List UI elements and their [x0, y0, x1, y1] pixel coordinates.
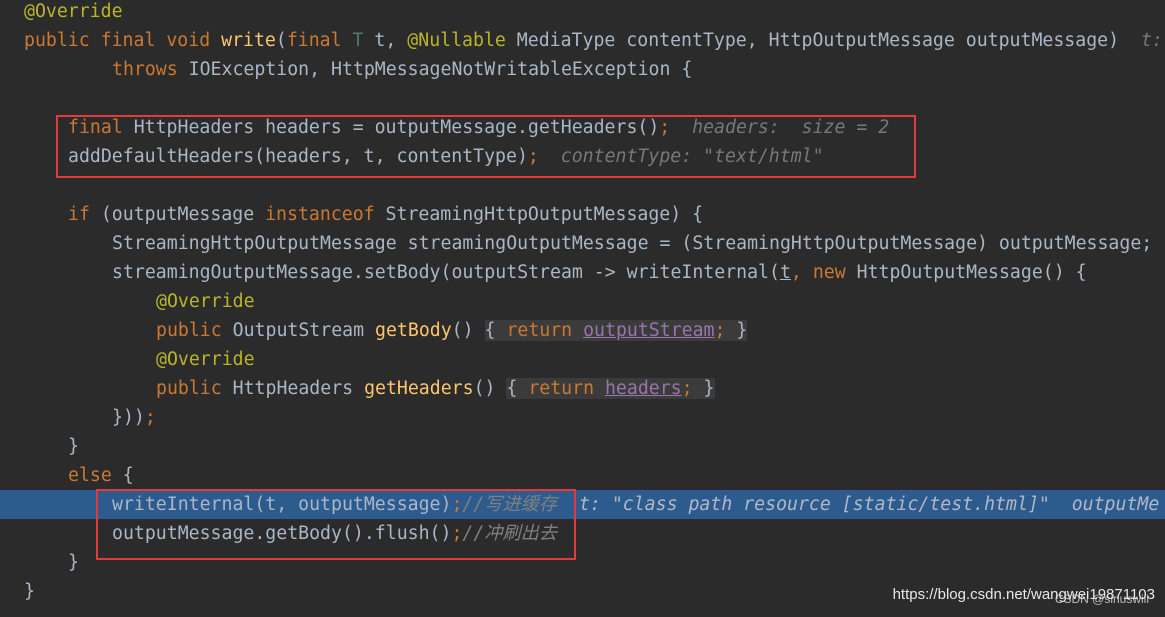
code-line-8: if (outputMessage instanceof StreamingHt… [68, 204, 704, 225]
code-line-19: outputMessage.getBody().flush();//冲刷出去 [112, 523, 558, 544]
code-line-5: final HttpHeaders headers = outputMessag… [68, 117, 890, 138]
method-name: write [221, 30, 276, 51]
code-line-10: streamingOutputMessage.setBody(outputStr… [112, 262, 1087, 283]
code-line-17: else { [68, 465, 134, 486]
code-line-15: })); [112, 407, 156, 428]
code-line-9: StreamingHttpOutputMessage streamingOutp… [112, 233, 1153, 254]
override-annotation: @Override [24, 1, 123, 22]
code-line-1: @Override [0, 0, 1165, 26]
debug-inline-hint: contentType: "text/html" [560, 146, 824, 167]
folded-block[interactable]: { return outputStream; } [484, 320, 748, 341]
debug-inline-hint: t: "class path resource [static/test.htm… [578, 494, 1160, 515]
code-line-16: } [68, 436, 79, 457]
chinese-comment: //冲刷出去 [462, 523, 558, 544]
code-line-11: @Override [156, 291, 255, 312]
code-line-13: @Override [156, 349, 255, 370]
debug-inline-hint: t: [1140, 30, 1163, 51]
code-line-20: } [68, 552, 79, 573]
code-line-14: public HttpHeaders getHeaders() { return… [156, 378, 715, 399]
chinese-comment: //写进缓存 [462, 494, 558, 515]
code-line-18-execution-point: writeInternal(t, outputMessage);//写进缓存 t… [0, 490, 1165, 519]
code-line-12: public OutputStream getBody() { return o… [156, 320, 748, 341]
code-line-2: public final void write(final T t, @Null… [24, 30, 1163, 51]
debug-inline-hint: headers: size = 2 [692, 117, 890, 138]
code-editor[interactable]: @Override public final void write(final … [0, 0, 1165, 617]
folded-block[interactable]: { return headers; } [506, 378, 715, 399]
watermark-url: https://blog.csdn.net/wangwei19871103 [892, 586, 1155, 603]
code-line-6: addDefaultHeaders(headers, t, contentTyp… [68, 146, 824, 167]
code-line-3: throws IOException, HttpMessageNotWritab… [112, 59, 693, 80]
